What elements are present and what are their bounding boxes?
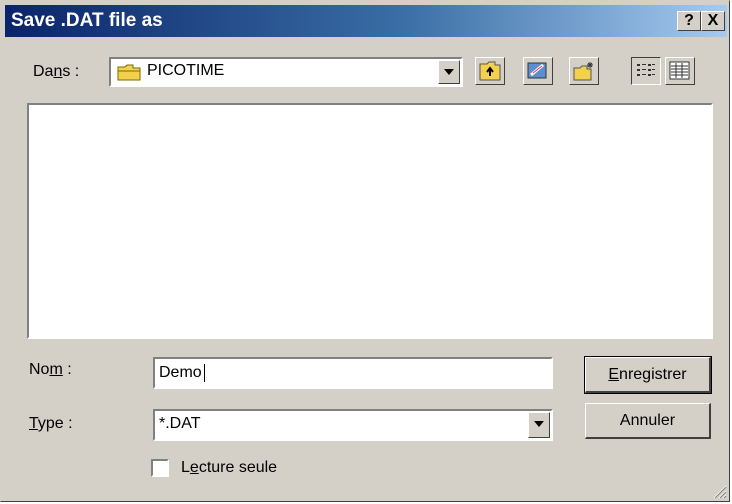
new-folder-button[interactable] <box>569 57 599 85</box>
details-view-button[interactable] <box>665 57 695 85</box>
title-bar[interactable]: Save .DAT file as ? X <box>5 5 727 37</box>
folder-icon <box>117 63 141 86</box>
read-only-label-part: L <box>181 459 190 476</box>
text-caret <box>204 364 205 382</box>
file-name-input[interactable]: Demo <box>153 357 553 389</box>
look-in-value: PICOTIME <box>147 62 225 79</box>
file-name-label-part: No <box>29 361 50 378</box>
desktop-button[interactable] <box>523 57 553 85</box>
save-button-mnemonic: E <box>608 366 620 383</box>
file-type-value: *.DAT <box>159 415 201 432</box>
save-button-label: nregistrer <box>619 366 687 383</box>
save-button[interactable]: Enregistrer <box>584 356 712 394</box>
file-type-label: Type : <box>29 415 73 433</box>
help-button[interactable]: ? <box>677 11 701 31</box>
file-list[interactable] <box>27 103 713 339</box>
read-only-label-part: cture seule <box>198 459 278 476</box>
file-name-label-part: : <box>62 361 72 378</box>
look-in-dropdown-arrow[interactable] <box>438 60 460 84</box>
file-type-label-part: ype : <box>37 415 73 432</box>
read-only-checkbox[interactable] <box>151 459 169 477</box>
file-type-dropdown-arrow[interactable] <box>528 412 550 438</box>
list-view-button[interactable] <box>631 57 661 85</box>
look-in-label-part: Da <box>33 63 54 80</box>
resize-grip-icon[interactable] <box>711 483 727 499</box>
close-button[interactable]: X <box>701 11 725 31</box>
save-dialog: Save .DAT file as ? X Dans : PICOTIME No… <box>0 0 730 502</box>
look-in-label-part: s : <box>62 63 80 80</box>
up-one-level-button[interactable] <box>475 57 505 85</box>
read-only-label[interactable]: Lecture seule <box>181 459 277 477</box>
file-name-value: Demo <box>159 364 202 381</box>
window-title: Save .DAT file as <box>11 10 163 31</box>
look-in-label: Dans : <box>33 63 79 81</box>
file-name-label-mnemonic: m <box>49 361 63 378</box>
file-type-combo[interactable]: *.DAT <box>153 409 553 441</box>
cancel-button[interactable]: Annuler <box>585 403 711 439</box>
look-in-combo[interactable]: PICOTIME <box>109 57 463 87</box>
read-only-label-mnemonic: e <box>189 459 199 476</box>
file-type-label-mnemonic: T <box>29 415 38 432</box>
file-name-label: Nom : <box>29 361 72 379</box>
